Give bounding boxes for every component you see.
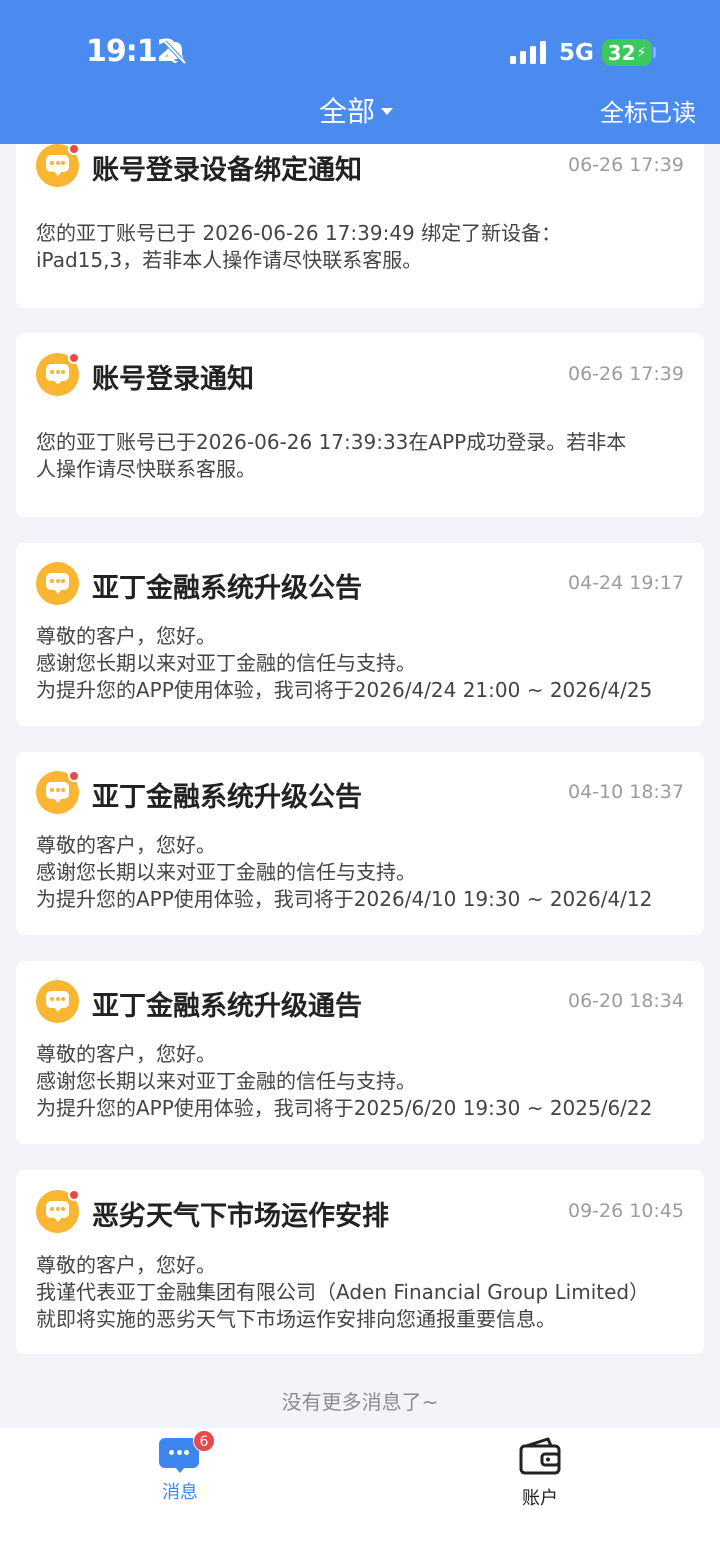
header: 19:12 5G 32 ⚡ 全部 全标已读 (0, 0, 720, 144)
tab-account-label: 账户 (522, 1488, 558, 1509)
message-title: 亚丁金融系统升级公告 (92, 573, 362, 604)
filter-dropdown[interactable]: 全部 (319, 90, 394, 130)
battery-icon: 32 ⚡ (602, 39, 652, 66)
message-icon (36, 1189, 80, 1233)
network-type: 5G (559, 40, 594, 66)
message-card[interactable]: 账号登录通知 06-26 17:39 您的亚丁账号已于2026-06-26 17… (16, 333, 704, 517)
message-card[interactable]: 亚丁金融系统升级公告 04-10 18:37 尊敬的客户，您好。 感谢您长期以来… (16, 752, 704, 935)
message-title: 亚丁金融系统升级通告 (92, 991, 362, 1022)
message-line: iPad15,3，若非本人操作请尽快联系客服。 (36, 248, 423, 272)
message-title: 账号登录设备绑定通知 (92, 155, 362, 186)
message-line: 感谢您长期以来对亚丁金融的信任与支持。 (36, 1069, 416, 1093)
message-line: 为提升您的APP使用体验，我司将于2026/4/10 19:30 ~ 2026/… (36, 887, 653, 911)
message-icon (36, 143, 80, 187)
message-line: 尊敬的客户，您好。 (36, 624, 216, 648)
message-time: 09-26 10:45 (567, 1200, 684, 1222)
wallet-icon (519, 1437, 561, 1475)
filter-label: 全部 (319, 95, 376, 128)
message-line: 为提升您的APP使用体验，我司将于2026/4/24 21:00 ~ 2026/… (36, 678, 653, 702)
message-icon (36, 980, 79, 1023)
battery-level: 32 (607, 40, 636, 65)
caret-down-icon (381, 107, 394, 115)
message-line: 我谨代表亚丁金融集团有限公司（Aden Financial Group Limi… (36, 1280, 650, 1304)
message-body: 您的亚丁账号已于2026-06-26 17:39:33在APP成功登录。若非本 … (36, 429, 684, 483)
message-line: 为提升您的APP使用体验，我司将于2025/6/20 19:30 ~ 2025/… (36, 1096, 653, 1120)
tab-bar: 6 消息 账户 (0, 1428, 720, 1564)
no-more-messages: 没有更多消息了~ (281, 1390, 439, 1414)
unread-dot (68, 1189, 80, 1201)
message-title: 恶劣天气下市场运作安排 (92, 1201, 389, 1232)
message-line: 您的亚丁账号已于 2026-06-26 17:39:49 绑定了新设备： (36, 221, 562, 245)
message-body: 尊敬的客户，您好。 我谨代表亚丁金融集团有限公司（Aden Financial … (36, 1252, 684, 1333)
message-line: 尊敬的客户，您好。 (36, 1042, 216, 1066)
tab-account[interactable]: 账户 (480, 1436, 600, 1510)
message-time: 04-10 18:37 (567, 781, 684, 803)
message-card[interactable]: 恶劣天气下市场运作安排 09-26 10:45 尊敬的客户，您好。 我谨代表亚丁… (16, 1170, 704, 1354)
message-line: 您的亚丁账号已于2026-06-26 17:39:33在APP成功登录。若非本 (36, 430, 627, 454)
bell-muted-icon (163, 40, 187, 65)
message-icon (36, 770, 80, 814)
message-line: 就即将实施的恶劣天气下市场运作安排向您通报重要信息。 (36, 1307, 556, 1331)
unread-dot (68, 352, 80, 364)
message-time: 06-26 17:39 (567, 363, 684, 385)
message-icon (36, 352, 80, 396)
unread-dot (68, 770, 80, 782)
tab-messages[interactable]: 6 消息 (120, 1430, 240, 1504)
message-title: 账号登录通知 (92, 364, 254, 395)
message-body: 尊敬的客户，您好。 感谢您长期以来对亚丁金融的信任与支持。 为提升您的APP使用… (36, 832, 684, 913)
unread-badge: 6 (193, 1430, 215, 1452)
message-time: 06-20 18:34 (567, 990, 684, 1012)
message-line: 人操作请尽快联系客服。 (36, 457, 256, 481)
tab-messages-label: 消息 (162, 1482, 198, 1503)
message-line: 尊敬的客户，您好。 (36, 833, 216, 857)
message-time: 06-26 17:39 (567, 154, 684, 176)
message-title: 亚丁金融系统升级公告 (92, 782, 362, 813)
message-body: 您的亚丁账号已于 2026-06-26 17:39:49 绑定了新设备： iPa… (36, 220, 684, 274)
message-bubble-icon: 6 (159, 1430, 215, 1474)
message-card[interactable]: 亚丁金融系统升级公告 04-24 19:17 尊敬的客户，您好。 感谢您长期以来… (16, 543, 704, 726)
message-line: 尊敬的客户，您好。 (36, 1253, 216, 1277)
signal-icon (510, 41, 546, 64)
message-line: 感谢您长期以来对亚丁金融的信任与支持。 (36, 860, 416, 884)
message-card[interactable]: 亚丁金融系统升级通告 06-20 18:34 尊敬的客户，您好。 感谢您长期以来… (16, 961, 704, 1144)
message-icon (36, 562, 79, 605)
message-time: 04-24 19:17 (567, 572, 684, 594)
message-line: 感谢您长期以来对亚丁金融的信任与支持。 (36, 651, 416, 675)
mark-all-read-button[interactable]: 全标已读 (600, 93, 696, 128)
unread-dot (68, 143, 80, 155)
message-body: 尊敬的客户，您好。 感谢您长期以来对亚丁金融的信任与支持。 为提升您的APP使用… (36, 1041, 684, 1122)
message-body: 尊敬的客户，您好。 感谢您长期以来对亚丁金融的信任与支持。 为提升您的APP使用… (36, 623, 684, 704)
